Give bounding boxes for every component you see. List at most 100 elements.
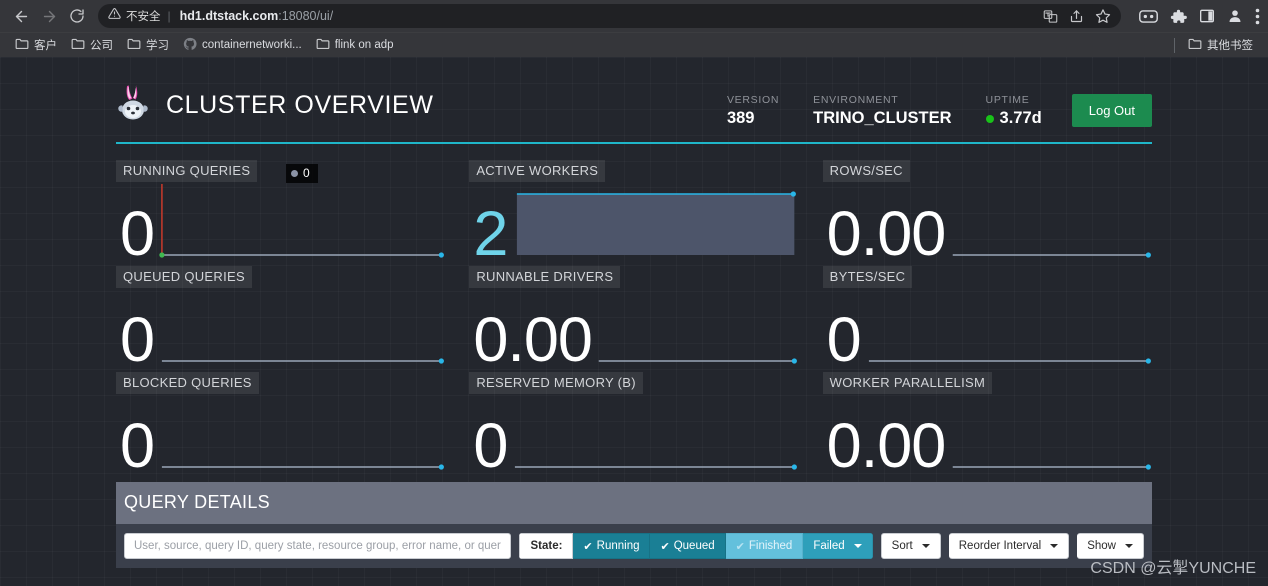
reorder-interval-label: Reorder Interval [958,540,1042,552]
security-status-label: 不安全 [126,11,161,23]
app-header: CLUSTER OVERVIEW VERSION 389 ENVIRONMENT… [116,83,1152,144]
bookmark-label: 公司 [90,40,113,52]
cluster-meta: VERSION 389 ENVIRONMENT TRINO_CLUSTER UP… [693,94,1152,130]
bookmark-item[interactable]: 学习 [120,35,176,55]
browser-chrome: 不安全 | hd1.dtstack.com:18080/ui/ 客户 公司 学习… [0,0,1268,57]
watermark: CSDN @云掣YUNCHE [1090,560,1256,577]
chevron-down-icon [921,544,930,548]
chevron-down-icon [1050,544,1059,548]
version-block: VERSION 389 [727,94,779,128]
star-icon[interactable] [1095,8,1111,24]
logout-button[interactable]: Log Out [1071,94,1152,127]
query-details-section: QUERY DETAILS State: ✔ Running ✔ Queued … [116,482,1152,586]
stat-value: 0 [826,305,862,375]
bookmark-item[interactable]: 客户 [8,35,64,55]
uptime-label: UPTIME [985,94,1030,106]
chevron-down-icon [853,544,862,548]
bookmarks-bar: 客户 公司 学习 containernetworki... flink on a… [0,32,1268,57]
stat-card-reserved-memory: RESERVED MEMORY (B) 0 [469,368,798,478]
stat-label: RESERVED MEMORY (B) [469,372,643,394]
sparkline [116,184,445,258]
omnibox-divider: | [167,9,171,23]
folder-icon [127,37,141,53]
folder-icon [1188,37,1202,53]
side-panel-icon[interactable] [1199,8,1215,24]
sparkline-tooltip: 0 [286,164,318,183]
stat-label: BYTES/SEC [822,266,913,288]
check-icon: ✔ [583,540,593,553]
stat-label: QUEUED QUERIES [116,266,252,288]
url-path: :18080/ui/ [278,9,334,23]
tooltip-value: 0 [303,166,310,180]
environment-value: TRINO_CLUSTER [813,109,952,127]
forward-icon[interactable] [36,3,62,29]
address-bar[interactable]: 不安全 | hd1.dtstack.com:18080/ui/ [98,4,1121,28]
stat-label: RUNNABLE DRIVERS [469,266,621,288]
state-filter-finished-label: Finished [748,540,793,552]
browser-toolbar: 不安全 | hd1.dtstack.com:18080/ui/ [0,0,1268,32]
folder-icon [15,37,29,53]
folder-icon [71,37,85,53]
state-filter-failed[interactable]: Failed [803,533,873,559]
bookmark-label: flink on adp [334,39,394,51]
stat-label: RUNNING QUERIES [116,160,258,182]
translate-icon[interactable] [1043,9,1058,24]
trino-rabbit-logo-icon [116,83,152,128]
sort-dropdown[interactable]: Sort [880,533,941,559]
stat-label: ACTIVE WORKERS [469,160,606,182]
tooltip-dot-icon [291,169,298,177]
stat-card-running-queries: RUNNING QUERIES 0 0 [116,156,445,266]
state-filter-label: State: [519,533,574,559]
state-filter-finished[interactable]: ✔ Finished [725,533,804,559]
warning-triangle-icon [108,7,121,25]
glasses-extension-icon[interactable] [1139,9,1158,24]
stat-value: 0 [120,305,155,375]
browser-extensions-area [1129,8,1260,25]
state-filter-running[interactable]: ✔ Running [573,533,651,559]
sparkline [116,290,445,364]
state-filter-running-label: Running [596,540,640,552]
stat-card-bytes-per-sec: BYTES/SEC 0 [822,262,1152,372]
stat-label: WORKER PARALLELISM [822,372,993,394]
stat-label: ROWS/SEC [822,160,910,182]
share-icon[interactable] [1069,9,1084,24]
back-icon[interactable] [8,3,34,29]
puzzle-extensions-icon[interactable] [1170,8,1187,25]
reload-icon[interactable] [64,3,90,29]
state-filter-group: State: ✔ Running ✔ Queued ✔ Finished Fai… [519,533,873,559]
github-icon [183,37,197,54]
state-filter-queued[interactable]: ✔ Queued [650,533,726,559]
stat-value: 0 [473,411,508,481]
uptime-block: UPTIME 3.77d [985,94,1042,128]
query-search-input[interactable] [124,533,512,559]
stat-label: BLOCKED QUERIES [116,372,259,394]
trino-cluster-overview-page: CLUSTER OVERVIEW VERSION 389 ENVIRONMENT… [0,57,1268,586]
check-icon: ✔ [660,540,670,553]
bookmarks-divider [1174,37,1175,53]
bookmark-label: 学习 [146,40,169,52]
stat-value: 0 [120,199,155,269]
other-bookmarks-button[interactable]: 其他书签 [1181,35,1260,55]
sparkline [469,396,798,470]
show-label: Show [1087,540,1116,552]
bookmark-item[interactable]: 公司 [64,35,120,55]
bookmark-item[interactable]: flink on adp [309,35,401,55]
bookmark-item[interactable]: containernetworki... [176,35,309,56]
stat-value: 0.00 [826,411,947,481]
stat-card-blocked-queries: BLOCKED QUERIES 0 [116,368,445,478]
folder-icon [316,37,330,53]
sparkline [823,290,1152,364]
chevron-down-icon [1125,544,1133,548]
reorder-interval-dropdown[interactable]: Reorder Interval [948,533,1070,559]
version-label: VERSION [726,94,780,106]
stat-card-rows-per-sec: ROWS/SEC 0.00 [822,156,1152,266]
sparkline [469,184,798,258]
three-dot-menu-icon[interactable] [1255,8,1260,25]
query-details-header: QUERY DETAILS [116,482,1152,524]
stat-value: 2 [473,199,508,269]
url-host: hd1.dtstack.com [179,9,279,23]
profile-avatar-icon[interactable] [1227,8,1243,24]
url-text: hd1.dtstack.com:18080/ui/ [180,9,334,23]
version-value: 389 [726,109,755,127]
uptime-status-dot-icon [985,114,994,123]
